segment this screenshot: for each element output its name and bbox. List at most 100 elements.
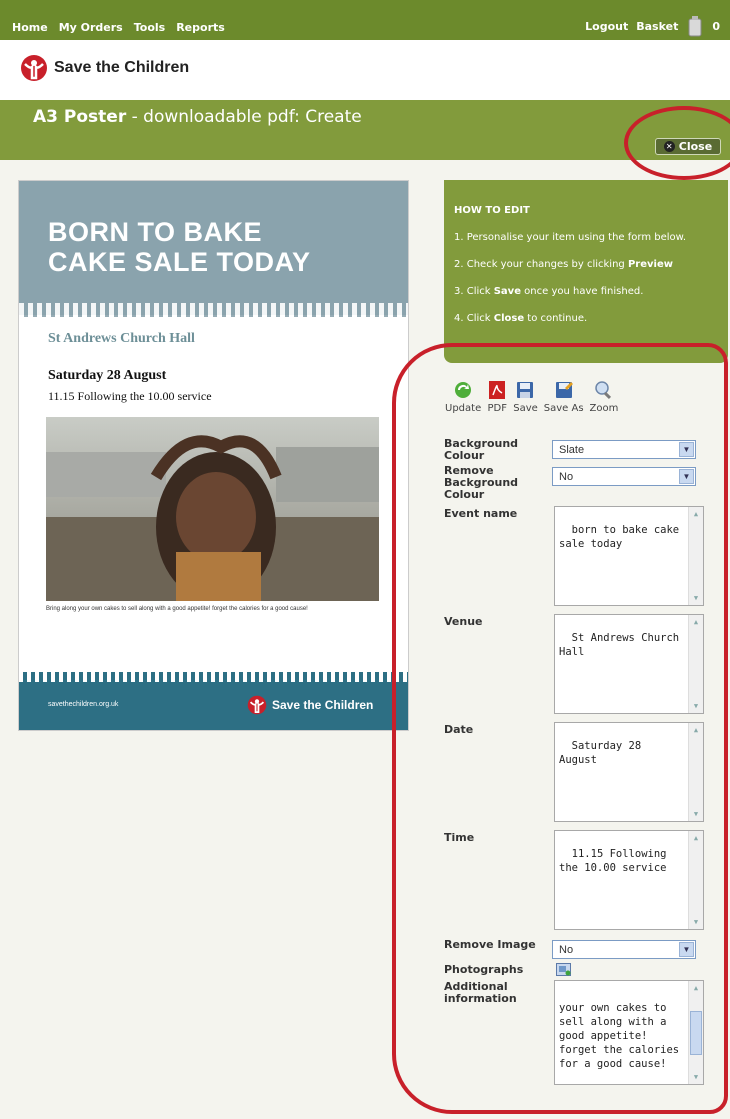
nav-links: Home My Orders Tools Reports xyxy=(12,21,225,34)
time-scrollbar[interactable]: ▲ ▼ xyxy=(688,831,703,929)
remove-image-label: Remove Image xyxy=(444,938,536,951)
additional-information-label: Additional information xyxy=(444,980,517,1005)
add-photo-icon[interactable] xyxy=(556,963,571,976)
nav-right: Logout Basket 0 xyxy=(585,15,720,37)
save-the-children-logo-icon xyxy=(21,55,47,81)
scroll-thumb[interactable] xyxy=(690,1011,702,1055)
save-as-icon xyxy=(555,382,573,398)
poster-time: 11.15 Following the 10.00 service xyxy=(48,389,212,403)
poster-footer: savethechildren.org.uk Save the Children xyxy=(19,672,408,730)
date-textarea[interactable]: Saturday 28 August ▲ ▼ xyxy=(554,722,704,822)
save-disk-icon xyxy=(517,382,534,398)
scroll-down-icon[interactable]: ▼ xyxy=(689,699,703,713)
nav-my-orders[interactable]: My Orders xyxy=(59,21,123,34)
venue-label: Venue xyxy=(444,615,483,628)
scroll-down-icon[interactable]: ▼ xyxy=(689,915,703,929)
poster-caption: Bring along your own cakes to sell along… xyxy=(46,606,308,612)
brand-name: Save the Children xyxy=(54,59,190,76)
poster-footer-brand: Save the Children xyxy=(247,695,373,715)
background-colour-value: Slate xyxy=(559,443,585,456)
scroll-up-icon[interactable]: ▲ xyxy=(689,831,703,845)
date-value: Saturday 28 August xyxy=(559,740,648,766)
poster-photo xyxy=(46,417,379,601)
remove-background-label: Remove Background Colour xyxy=(444,464,519,501)
update-button[interactable]: Update xyxy=(445,380,481,414)
basket-icon[interactable] xyxy=(686,15,704,37)
poster-venue: St Andrews Church Hall xyxy=(48,331,195,346)
step3-post: once you have finished. xyxy=(521,286,644,297)
update-label: Update xyxy=(445,403,482,414)
scroll-up-icon[interactable]: ▲ xyxy=(689,723,703,737)
scroll-up-icon[interactable]: ▲ xyxy=(689,615,703,629)
logout-link[interactable]: Logout xyxy=(585,20,628,33)
page-title: A3 Poster - downloadable pdf: Create xyxy=(33,107,362,127)
remove-image-value: No xyxy=(559,943,574,956)
scroll-down-icon[interactable]: ▼ xyxy=(689,591,703,605)
nav-home[interactable]: Home xyxy=(12,21,48,34)
chevron-down-icon[interactable]: ▼ xyxy=(679,942,694,957)
step3-text: 3. Click xyxy=(454,286,494,297)
remove-background-value: No xyxy=(559,470,574,483)
background-colour-select[interactable]: Slate ▼ xyxy=(552,440,696,459)
poster-footer-brand-name: Save the Children xyxy=(272,698,374,712)
save-label: Save xyxy=(513,403,538,414)
remove-background-select[interactable]: No ▼ xyxy=(552,467,696,486)
additional-information-scrollbar[interactable]: ▲ ▼ xyxy=(688,981,703,1084)
step3-save-word: Save xyxy=(493,286,521,297)
poster-footer-edge xyxy=(19,672,408,682)
poster-header: BORN TO BAKE CAKE SALE TODAY xyxy=(19,181,408,315)
save-as-button[interactable]: Save As xyxy=(544,380,584,414)
chevron-down-icon[interactable]: ▼ xyxy=(679,442,694,457)
step2-preview-word: Preview xyxy=(627,259,673,270)
time-value: 11.15 Following the 10.00 service xyxy=(559,848,673,874)
event-name-value: born to bake cake sale today xyxy=(559,524,686,550)
pdf-icon xyxy=(489,381,506,399)
child-photo-image xyxy=(46,417,379,601)
site-logo[interactable]: Save the Children xyxy=(20,54,189,82)
nav-reports[interactable]: Reports xyxy=(176,21,225,34)
step2-text: 2. Check your changes by clicking xyxy=(454,259,628,270)
save-button[interactable]: Save xyxy=(513,380,538,414)
pdf-label: PDF xyxy=(487,403,507,414)
poster-date: Saturday 28 August xyxy=(48,368,167,383)
nav-tools[interactable]: Tools xyxy=(134,21,165,34)
how-to-step-3: 3. Click Save once you have finished. xyxy=(454,286,728,297)
time-label: Time xyxy=(444,831,475,844)
poster-headline-line1: BORN TO BAKE xyxy=(48,217,263,247)
scroll-down-icon[interactable]: ▼ xyxy=(689,807,703,821)
date-scrollbar[interactable]: ▲ ▼ xyxy=(688,723,703,821)
basket-link[interactable]: Basket xyxy=(636,20,678,33)
step4-post: to continue. xyxy=(524,313,588,324)
time-textarea[interactable]: 11.15 Following the 10.00 service ▲ ▼ xyxy=(554,830,704,930)
additional-information-value: your own cakes to sell along with a good… xyxy=(559,1002,686,1070)
scroll-up-icon[interactable]: ▲ xyxy=(689,981,703,995)
zoom-magnifier-icon xyxy=(595,381,611,400)
how-to-step-2: 2. Check your changes by clicking Previe… xyxy=(454,259,728,270)
title-band: A3 Poster - downloadable pdf: Create xyxy=(0,100,730,160)
pdf-button[interactable]: PDF xyxy=(487,380,507,414)
refresh-icon xyxy=(455,382,472,398)
poster-headline-line2: CAKE SALE TODAY xyxy=(48,247,311,277)
venue-textarea[interactable]: St Andrews Church Hall ▲ ▼ xyxy=(554,614,704,714)
how-to-step-1: 1. Personalise your item using the form … xyxy=(454,232,687,243)
zoom-button[interactable]: Zoom xyxy=(590,380,618,414)
basket-count: 0 xyxy=(712,19,720,33)
step4-close-word: Close xyxy=(493,313,525,324)
logo-bar: Save the Children xyxy=(0,40,730,100)
venue-scrollbar[interactable]: ▲ ▼ xyxy=(688,615,703,713)
additional-information-textarea[interactable]: your own cakes to sell along with a good… xyxy=(554,980,704,1085)
poster-logo-icon xyxy=(247,695,267,715)
page-title-bold: A3 Poster xyxy=(33,107,127,127)
event-name-scrollbar[interactable]: ▲ ▼ xyxy=(688,507,703,605)
remove-image-select[interactable]: No ▼ xyxy=(552,940,696,959)
scroll-up-icon[interactable]: ▲ xyxy=(689,507,703,521)
poster-headline: BORN TO BAKE CAKE SALE TODAY xyxy=(48,217,311,277)
event-name-textarea[interactable]: born to bake cake sale today ▲ ▼ xyxy=(554,506,704,606)
poster-preview: BORN TO BAKE CAKE SALE TODAY St Andrews … xyxy=(18,180,409,731)
close-highlight-circle xyxy=(624,106,730,180)
step4-text: 4. Click xyxy=(454,313,494,324)
scroll-down-icon[interactable]: ▼ xyxy=(689,1070,703,1084)
save-as-label: Save As xyxy=(543,403,584,414)
chevron-down-icon[interactable]: ▼ xyxy=(679,469,694,484)
top-nav: Home My Orders Tools Reports Logout Bask… xyxy=(0,0,730,40)
